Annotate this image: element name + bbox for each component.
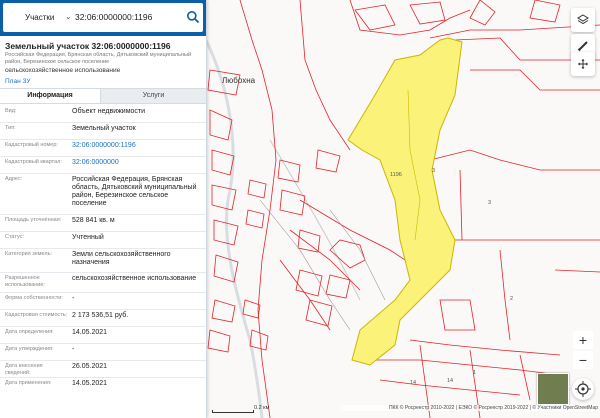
attr-value: Российская Федерация, Брянская область, …: [72, 176, 197, 207]
attr-key: Кадастровый квартал:: [5, 159, 62, 165]
locate-button[interactable]: [572, 378, 594, 400]
attr-key: Кадастровая стоимость:: [5, 312, 68, 318]
zoom-out-button[interactable]: −: [573, 351, 593, 369]
attr-value: 2 173 536,51 руб.: [72, 312, 129, 319]
attr-key: Разрешенное использование:: [5, 275, 45, 288]
attr-value: сельскохозяйственное использование: [72, 275, 197, 282]
attr-value: 14.05.2021: [72, 380, 108, 387]
scale-bar: 0.2 км: [212, 404, 272, 413]
attr-key: Кадастровый номер:: [5, 142, 58, 148]
parcel-title: Земельный участок 32:06:0000000:1196: [5, 41, 171, 51]
attr-value: 14.05.2021: [72, 329, 108, 336]
chevron-down-icon: ⌄: [65, 12, 72, 21]
attr-key: Дата применения:: [5, 380, 52, 386]
attr-key: Статус:: [5, 234, 24, 240]
attr-key: Дата определения:: [5, 329, 54, 335]
attr-key: Дата внесения сведений:: [5, 363, 43, 376]
search-type-select[interactable]: Участки ⌄: [7, 3, 73, 32]
attr-value: Объект недвижимости: [72, 108, 146, 115]
locate-icon: [575, 381, 591, 397]
plot-number-label: 2: [510, 296, 514, 302]
attr-key: Вид:: [5, 108, 17, 114]
search-input[interactable]: [75, 9, 179, 25]
info-panel: Участки ⌄ Земельный участок 32:06:000000…: [0, 0, 207, 418]
attr-key: Адрес:: [5, 176, 23, 182]
pan-button[interactable]: [571, 52, 595, 76]
ruler-icon: [577, 41, 588, 52]
scale-label: 0.2 км: [254, 405, 270, 411]
search-type-label: Участки: [25, 13, 55, 22]
attr-key: Категория земель:: [5, 251, 53, 257]
attr-key: Дата утверждения:: [5, 346, 54, 352]
attr-value: -: [72, 295, 75, 302]
layers-button[interactable]: [571, 8, 595, 32]
attr-key: Тип:: [5, 125, 16, 131]
plot-number-label: 14: [447, 378, 454, 384]
plot-number-label: 3: [432, 168, 436, 174]
search-icon[interactable]: [186, 10, 200, 24]
parcel-number-label: 1196: [390, 172, 402, 178]
selected-parcel: [347, 37, 463, 366]
tab-information[interactable]: Информация: [0, 89, 101, 103]
attr-value: 528 841 кв. м: [72, 217, 115, 224]
attr-value: 26.05.2021: [72, 363, 108, 370]
tab-services[interactable]: Услуги: [101, 89, 206, 103]
parcel-use: сельскохозяйственное использование: [5, 67, 121, 74]
plan-link[interactable]: План ЗУ: [0, 74, 206, 85]
basemap-thumbnail[interactable]: [537, 373, 569, 405]
attr-value: Земли сельскохозяйственного назначения: [72, 251, 171, 266]
village-label: Любохна: [222, 76, 256, 85]
parcel-address: Российская Федерация, Брянская область, …: [5, 52, 192, 65]
map-attribution: ПКК © Росреестр 2010-2022 | ЕЭКО © Росре…: [340, 405, 598, 411]
search-box: Участки ⌄: [3, 3, 203, 32]
attr-key: Площадь уточнённая:: [5, 217, 62, 223]
attr-value: -: [72, 346, 75, 353]
layers-icon: [577, 14, 589, 25]
search-bar: Участки ⌄: [0, 0, 206, 36]
plot-number-label: 3: [488, 200, 492, 206]
tab-bar: Информация Услуги: [0, 88, 206, 104]
attr-value: Учтенный: [72, 234, 104, 241]
cadastral-number-link[interactable]: 32:06:0000000:1196: [72, 142, 202, 150]
plot-number-label: 14: [410, 380, 417, 386]
zoom-in-button[interactable]: +: [573, 331, 593, 349]
move-icon: [578, 59, 588, 69]
cadastral-quarter-link[interactable]: 32:06:0000000: [72, 159, 202, 167]
plot-number-label: 1: [473, 370, 477, 376]
attr-value: Земельный участок: [72, 125, 136, 132]
attr-key: Форма собственности:: [5, 295, 63, 301]
